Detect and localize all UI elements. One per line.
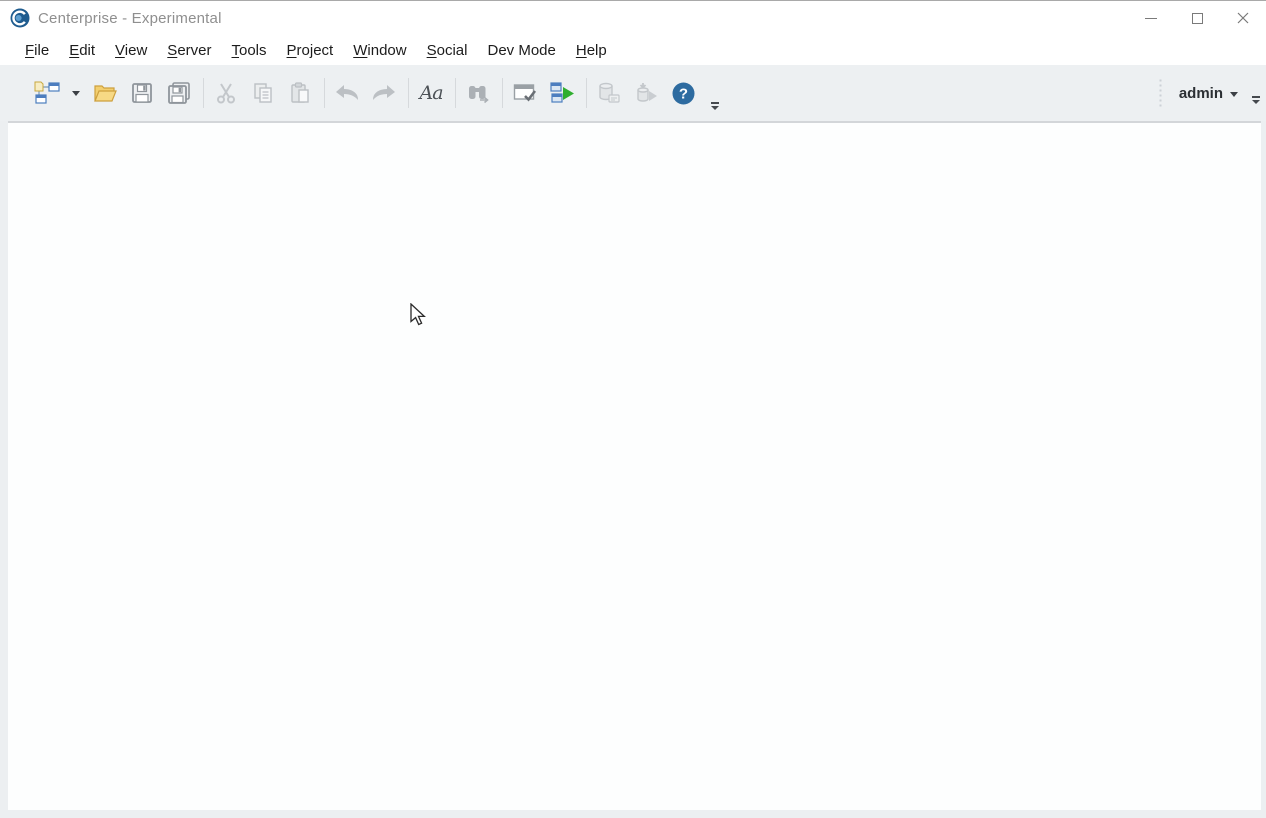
overflow-bar-icon — [1252, 96, 1260, 98]
menu-label-pre: Dev Mode — [487, 41, 556, 59]
toolbar-grip-handle[interactable] — [1156, 77, 1163, 109]
toolbar-overflow-button-right[interactable] — [1252, 96, 1260, 104]
menu-label-post: iew — [124, 41, 148, 59]
menu-item-project[interactable]: Project — [277, 39, 344, 62]
font-icon: Aa — [419, 82, 443, 104]
menu-label-post: indow — [367, 41, 407, 59]
find-button[interactable] — [463, 78, 493, 108]
close-button[interactable] — [1220, 1, 1266, 35]
new-flow-document-button[interactable] — [32, 78, 62, 108]
menu-label-key: T — [231, 41, 240, 59]
new-flow-dropdown-button[interactable] — [69, 78, 83, 108]
menu-label-key: S — [167, 41, 178, 59]
mouse-cursor — [410, 303, 426, 326]
chevron-down-icon — [711, 106, 719, 110]
toolbar-separator — [408, 78, 409, 108]
menubar: File Edit View Server Tools Project Wind… — [0, 35, 1266, 65]
toolbar: Aa ? admin — [0, 65, 1266, 121]
new-flow-document-icon — [34, 81, 60, 104]
cut-icon — [217, 83, 235, 104]
menu-item-edit[interactable]: Edit — [59, 39, 105, 62]
menu-label-post: dit — [79, 41, 96, 59]
open-button[interactable] — [90, 78, 120, 108]
help-icon: ? — [672, 82, 694, 104]
database-icon — [599, 82, 620, 103]
help-button[interactable]: ? — [668, 78, 698, 108]
menu-label-post: roject — [296, 41, 334, 59]
window-controls — [1128, 1, 1266, 35]
maximize-button[interactable] — [1174, 1, 1220, 35]
window-title: Centerprise - Experimental — [38, 9, 222, 27]
menu-item-server[interactable]: Server — [157, 39, 221, 62]
menu-label-key: H — [575, 41, 587, 59]
deploy-job-button[interactable] — [631, 78, 661, 108]
chevron-down-icon — [72, 90, 80, 96]
save-all-icon — [168, 82, 190, 104]
app-window: Centerprise - Experimental File Edit Vie… — [0, 0, 1266, 818]
menu-label-post: ocial — [436, 41, 468, 59]
save-all-button[interactable] — [164, 78, 194, 108]
toolbar-separator — [455, 78, 456, 108]
run-icon — [550, 82, 574, 103]
minimize-icon — [1145, 17, 1157, 19]
open-folder-icon — [94, 85, 117, 102]
app-logo-icon — [10, 8, 30, 28]
menu-label-key: W — [353, 41, 368, 59]
close-icon — [1237, 12, 1249, 24]
menu-item-file[interactable]: File — [15, 39, 59, 62]
maximize-icon — [1191, 12, 1203, 24]
menu-label-post: erver — [177, 41, 212, 59]
run-button[interactable] — [547, 78, 577, 108]
menu-label-key: S — [426, 41, 437, 59]
menu-label-post: ools — [239, 41, 267, 59]
overflow-bar-icon — [711, 102, 719, 104]
toolbar-separator — [203, 78, 204, 108]
menu-item-social[interactable]: Social — [417, 39, 478, 62]
chevron-down-icon — [1252, 100, 1260, 104]
menu-item-view[interactable]: View — [105, 39, 157, 62]
font-settings-button[interactable]: Aa — [416, 78, 446, 108]
menu-label-key: E — [69, 41, 80, 59]
menu-item-tools[interactable]: Tools — [222, 39, 277, 62]
toolbar-separator — [502, 78, 503, 108]
user-menu-dropdown[interactable] — [1230, 91, 1238, 97]
cut-button[interactable] — [211, 78, 241, 108]
minimize-button[interactable] — [1128, 1, 1174, 35]
titlebar: Centerprise - Experimental — [0, 1, 1266, 35]
paste-icon — [291, 82, 309, 103]
verify-button[interactable] — [510, 78, 540, 108]
workspace-background — [0, 121, 1266, 818]
user-menu-label: admin — [1178, 84, 1223, 102]
design-canvas — [8, 121, 1261, 810]
redo-button[interactable] — [369, 78, 399, 108]
verify-window-icon — [513, 83, 537, 101]
toolbar-separator — [586, 78, 587, 108]
menu-item-window[interactable]: Window — [343, 39, 416, 62]
menu-label-key: V — [115, 41, 125, 59]
paste-button[interactable] — [285, 78, 315, 108]
menu-item-devmode[interactable]: Dev Mode — [477, 39, 565, 62]
toolbar-separator — [324, 78, 325, 108]
toolbar-right-group: admin — [1156, 77, 1260, 109]
copy-button[interactable] — [248, 78, 278, 108]
deploy-job-icon — [637, 83, 657, 102]
copy-icon — [254, 83, 272, 103]
redo-icon — [373, 85, 395, 100]
save-icon — [132, 83, 152, 103]
menu-label-key: F — [25, 41, 35, 59]
toolbar-overflow-button[interactable] — [711, 102, 719, 110]
menu-label-post: ile — [34, 41, 50, 59]
save-button[interactable] — [127, 78, 157, 108]
undo-icon — [336, 85, 358, 100]
database-source-button[interactable] — [594, 78, 624, 108]
menu-item-help[interactable]: Help — [566, 39, 617, 62]
binoculars-icon — [469, 86, 489, 104]
svg-text:?: ? — [678, 85, 687, 102]
undo-button[interactable] — [332, 78, 362, 108]
menu-label-key: P — [286, 41, 297, 59]
menu-label-post: elp — [586, 41, 607, 59]
